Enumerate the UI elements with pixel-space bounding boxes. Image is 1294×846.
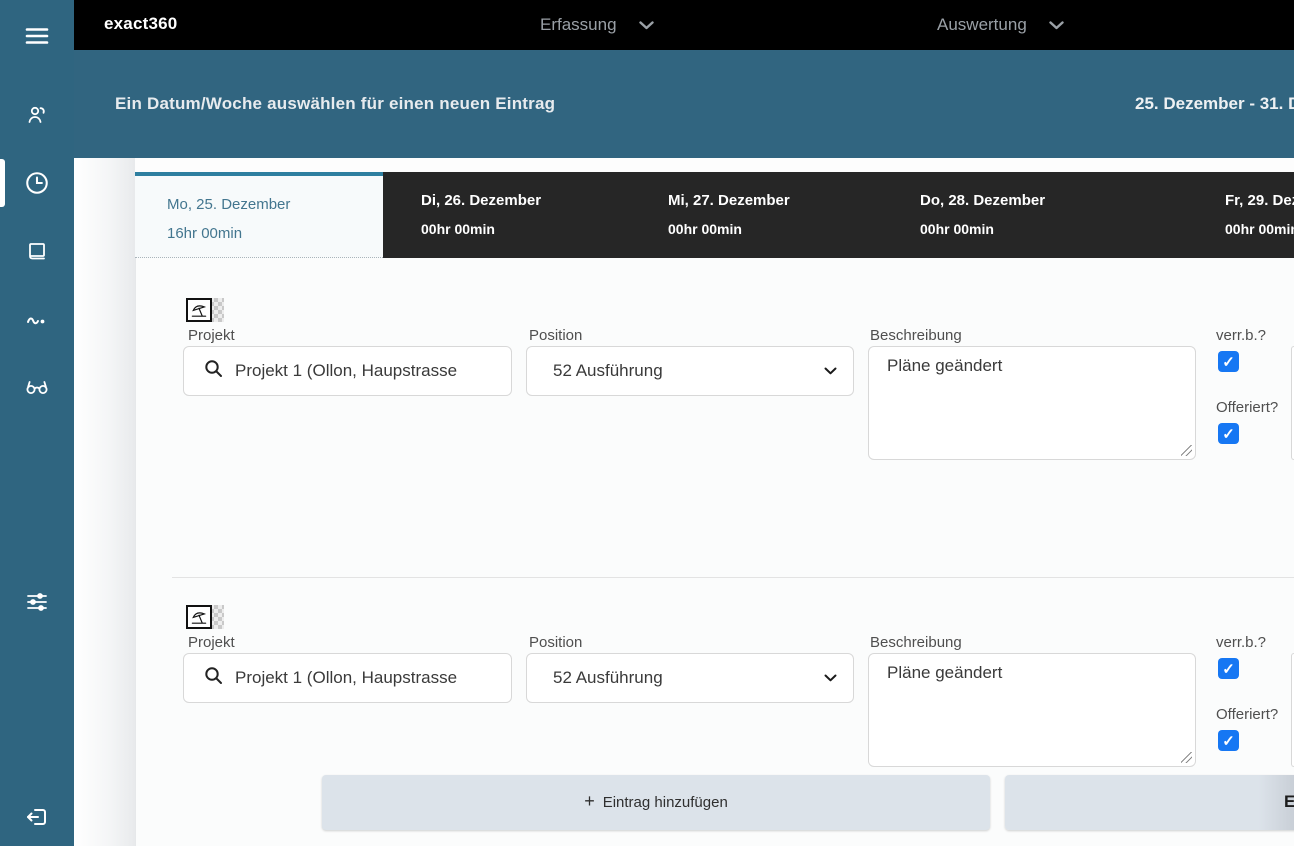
- check-icon: ✓: [1222, 660, 1235, 678]
- position-label: Position: [529, 634, 582, 651]
- entry-divider: [172, 577, 1294, 578]
- inactive-tabs-strip: Di, 26. Dezember 00hr 00min Mi, 27. Deze…: [383, 172, 1294, 258]
- beschreibung-textarea[interactable]: Pläne geändert: [868, 653, 1196, 767]
- position-value: 52 Ausführung: [553, 361, 824, 381]
- projekt-search-input[interactable]: Projekt 1 (Ollon, Haupstrasse: [183, 653, 512, 703]
- sidebar-item-settings[interactable]: [0, 578, 74, 626]
- beschreibung-value: Pläne geändert: [887, 356, 1002, 376]
- clock-icon: [24, 170, 50, 196]
- menu-auswertung-label: Auswertung: [937, 15, 1027, 35]
- beach-umbrella-icon: [186, 298, 212, 322]
- offeriert-label: Offeriert?: [1216, 706, 1278, 723]
- page-header: Ein Datum/Woche auswählen für einen neue…: [74, 50, 1294, 158]
- tab-hours-label: 00hr 00min: [920, 221, 994, 237]
- add-entry-button[interactable]: + Eintrag hinzufügen: [322, 775, 990, 830]
- save-entries-button[interactable]: E: [1005, 775, 1294, 830]
- search-icon: [204, 666, 223, 690]
- search-icon: [204, 359, 223, 383]
- verrechenbar-checkbox[interactable]: ✓: [1218, 658, 1239, 679]
- offeriert-label: Offeriert?: [1216, 399, 1278, 416]
- position-value: 52 Ausführung: [553, 668, 824, 688]
- tab-day-tuesday[interactable]: Di, 26. Dezember 00hr 00min: [421, 172, 661, 258]
- projekt-value: Projekt 1 (Ollon, Haupstrasse: [235, 668, 457, 688]
- sidebar-item-users[interactable]: [0, 91, 74, 139]
- chevron-down-icon: [824, 362, 837, 380]
- sidebar-item-menu[interactable]: [0, 12, 74, 60]
- tab-day-label: Mo, 25. Dezember: [167, 196, 290, 213]
- chevron-down-icon: [824, 669, 837, 687]
- chevron-down-icon: [639, 15, 654, 35]
- tab-day-thursday[interactable]: Do, 28. Dezember 00hr 00min: [920, 172, 1160, 258]
- tab-day-label: Do, 28. Dezember: [920, 192, 1045, 209]
- content-gutter: [74, 158, 135, 846]
- page-title: Ein Datum/Woche auswählen für einen neue…: [115, 94, 555, 114]
- verrechenbar-checkbox[interactable]: ✓: [1218, 351, 1239, 372]
- projekt-value: Projekt 1 (Ollon, Haupstrasse: [235, 361, 457, 381]
- tab-day-wednesday[interactable]: Mi, 27. Dezember 00hr 00min: [668, 172, 908, 258]
- tab-hours-label: 00hr 00min: [421, 221, 495, 237]
- tab-hours-label: 00hr 00min: [1225, 221, 1294, 237]
- journal-icon: [25, 239, 49, 263]
- projekt-label: Projekt: [188, 634, 235, 651]
- hamburger-menu-icon: [25, 27, 49, 45]
- sidebar: [0, 0, 74, 846]
- projekt-search-input[interactable]: Projekt 1 (Ollon, Haupstrasse: [183, 346, 512, 396]
- users-icon: [25, 103, 49, 127]
- add-entry-label: Eintrag hinzufügen: [603, 794, 728, 811]
- tab-day-friday[interactable]: Fr, 29. Dezember 00hr 00min: [1225, 172, 1294, 258]
- sidebar-item-logout[interactable]: [0, 793, 74, 841]
- sidebar-item-time-tracking[interactable]: [0, 159, 74, 207]
- vacation-toggle-button[interactable]: [186, 298, 224, 322]
- top-app-bar: exact360 Erfassung Auswertung: [74, 0, 1294, 50]
- verrechenbar-label: verr.b.?: [1216, 327, 1266, 344]
- resize-handle[interactable]: [1181, 752, 1192, 763]
- app-window: exact360 Erfassung Auswertung Ein Datum/…: [0, 0, 1294, 846]
- check-icon: ✓: [1222, 732, 1235, 750]
- tab-day-label: Fr, 29. Dezember: [1225, 192, 1294, 209]
- menu-erfassung[interactable]: Erfassung: [540, 0, 654, 50]
- menu-erfassung-label: Erfassung: [540, 15, 617, 35]
- check-icon: ✓: [1222, 353, 1235, 371]
- position-label: Position: [529, 327, 582, 344]
- sidebar-item-activity[interactable]: [0, 296, 74, 344]
- vacation-toggle-button[interactable]: [186, 605, 224, 629]
- beschreibung-label: Beschreibung: [870, 634, 962, 651]
- tab-day-label: Mi, 27. Dezember: [668, 192, 790, 209]
- week-range: 25. Dezember - 31. D: [1135, 94, 1294, 114]
- save-button-cutoff-text: E: [1284, 792, 1294, 812]
- glasses-icon: [24, 375, 50, 399]
- tab-hours-label: 16hr 00min: [167, 225, 242, 242]
- chevron-down-icon: [1049, 15, 1064, 35]
- tab-day-label: Di, 26. Dezember: [421, 192, 541, 209]
- offeriert-checkbox[interactable]: ✓: [1218, 730, 1239, 751]
- sidebar-item-review[interactable]: [0, 363, 74, 411]
- app-brand: exact360: [104, 14, 177, 34]
- beschreibung-value: Pläne geändert: [887, 663, 1002, 683]
- beschreibung-label: Beschreibung: [870, 327, 962, 344]
- position-select[interactable]: 52 Ausführung: [526, 653, 854, 703]
- beach-umbrella-icon: [186, 605, 212, 629]
- menu-auswertung[interactable]: Auswertung: [937, 0, 1064, 50]
- logout-icon: [25, 805, 49, 829]
- sidebar-item-journal[interactable]: [0, 227, 74, 275]
- position-select[interactable]: 52 Ausführung: [526, 346, 854, 396]
- beschreibung-textarea[interactable]: Pläne geändert: [868, 346, 1196, 460]
- plus-icon: +: [584, 791, 595, 812]
- sliders-icon: [25, 590, 49, 614]
- check-icon: ✓: [1222, 425, 1235, 443]
- offeriert-checkbox[interactable]: ✓: [1218, 423, 1239, 444]
- verrechenbar-label: verr.b.?: [1216, 634, 1266, 651]
- tab-day-monday[interactable]: Mo, 25. Dezember 16hr 00min: [135, 172, 383, 258]
- tab-hours-label: 00hr 00min: [668, 221, 742, 237]
- resize-handle[interactable]: [1181, 445, 1192, 456]
- projekt-label: Projekt: [188, 327, 235, 344]
- activity-wave-icon: [25, 308, 49, 332]
